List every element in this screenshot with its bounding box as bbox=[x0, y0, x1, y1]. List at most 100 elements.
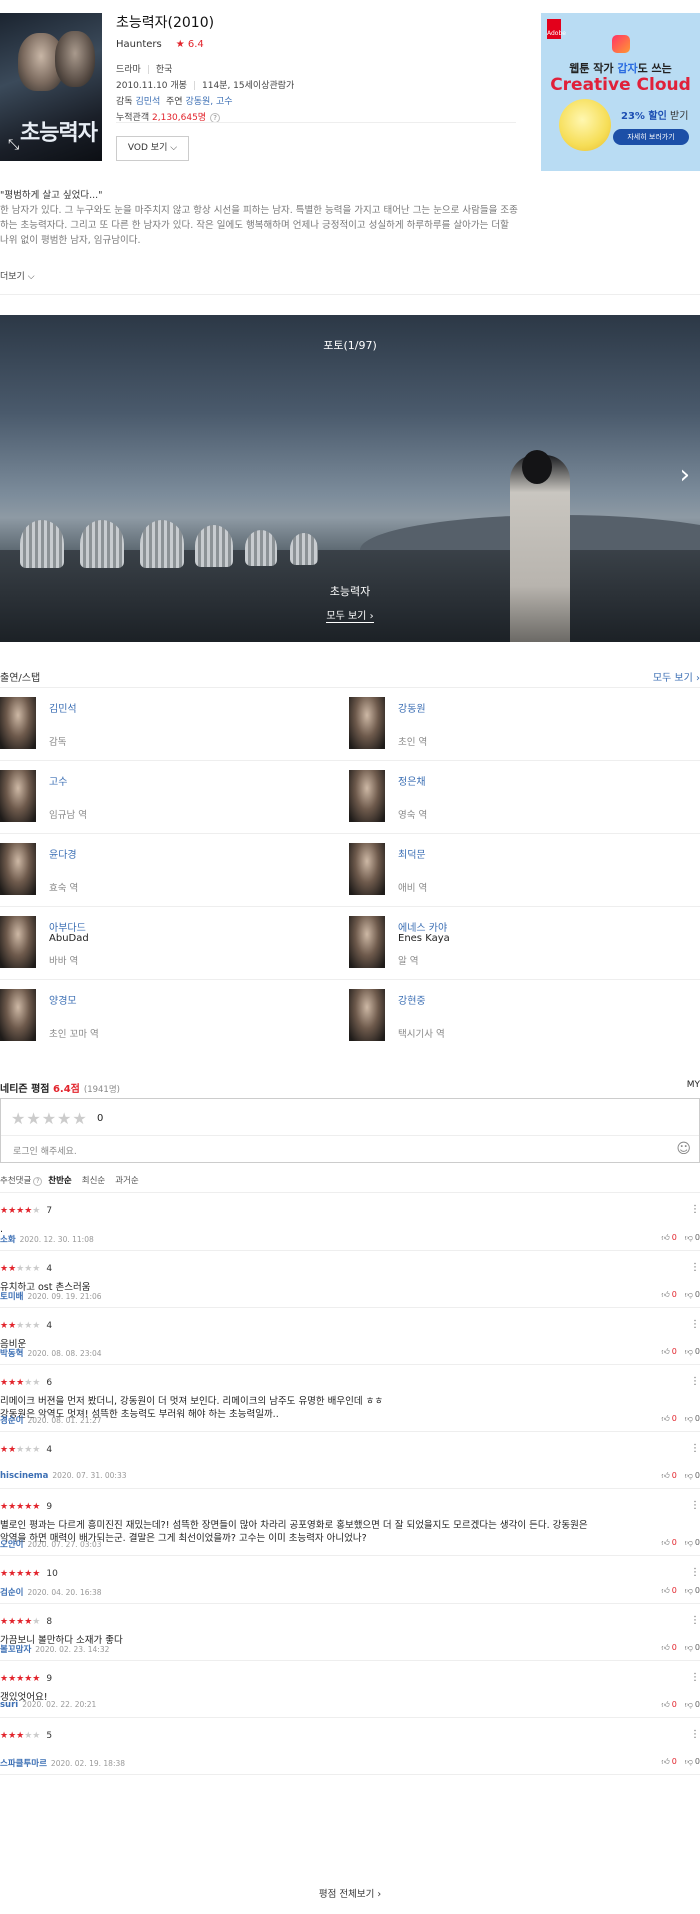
comment-user[interactable]: 소화 2020. 12. 30. 11:08 bbox=[0, 1233, 94, 1245]
more-dots-icon[interactable]: ⋮ bbox=[690, 1615, 700, 1626]
cast-item[interactable]: 강현중 택시기사 역 bbox=[349, 989, 689, 1044]
thumb-down-icon[interactable]: 👎︎ bbox=[685, 1700, 693, 1709]
sort-recommended[interactable]: 추천댓글 bbox=[0, 1176, 31, 1186]
thumb-up-icon[interactable]: 👍︎ bbox=[661, 1538, 669, 1547]
comment-user[interactable]: 토미배 2020. 09. 19. 21:06 bbox=[0, 1290, 102, 1302]
cast-name[interactable]: 에네스 카야 bbox=[398, 919, 447, 934]
cast-see-all[interactable]: 모두 보기 › bbox=[653, 669, 700, 684]
cast-item[interactable]: 최덕문 애비 역 bbox=[349, 843, 689, 898]
cast-name[interactable]: 최덕문 bbox=[398, 846, 426, 861]
more-dots-icon[interactable]: ⋮ bbox=[690, 1319, 700, 1330]
cast-row: 양경모 초인 꼬마 역 강현중 택시기사 역 bbox=[0, 980, 700, 1053]
thumb-down-icon[interactable]: 👎︎ bbox=[685, 1414, 693, 1423]
comment-user[interactable]: 검순이 2020. 04. 20. 16:38 bbox=[0, 1586, 102, 1598]
emoji-icon[interactable]: ☺ bbox=[676, 1141, 691, 1157]
director-link[interactable]: 김민석 bbox=[135, 97, 160, 107]
more-dots-icon[interactable]: ⋮ bbox=[690, 1672, 700, 1683]
thumb-up-icon[interactable]: 👍︎ bbox=[661, 1414, 669, 1423]
photo-carousel[interactable]: 포토(1/97) 초능력자 모두 보기 › › bbox=[0, 315, 700, 642]
cast-name[interactable]: 고수 bbox=[49, 773, 67, 788]
thumb-up-icon[interactable]: 👍︎ bbox=[661, 1643, 669, 1652]
sort-latest[interactable]: 최신순 bbox=[82, 1176, 105, 1186]
thumb-down-icon[interactable]: 👎︎ bbox=[685, 1643, 693, 1652]
cast-photo[interactable] bbox=[0, 916, 36, 968]
cast-photo[interactable] bbox=[0, 770, 36, 822]
cast-photo[interactable] bbox=[0, 989, 36, 1041]
cast-name[interactable]: 윤다경 bbox=[49, 846, 77, 861]
thumb-down-icon[interactable]: 👎︎ bbox=[685, 1586, 693, 1595]
thumb-down-icon[interactable]: 👎︎ bbox=[685, 1757, 693, 1766]
cast-item[interactable]: 윤다경 효숙 역 bbox=[0, 843, 340, 898]
cast-photo[interactable] bbox=[349, 770, 385, 822]
chevron-right-icon[interactable]: › bbox=[680, 460, 690, 490]
more-dots-icon[interactable]: ⋮ bbox=[690, 1500, 700, 1511]
star-rating-input[interactable]: ★★★★★ bbox=[11, 1109, 88, 1128]
ad-details-button[interactable]: 자세히 보러가기 bbox=[613, 129, 689, 145]
comment-date: 2020. 02. 23. 14:32 bbox=[35, 1645, 110, 1654]
cast-item[interactable]: 아부다드 AbuDad 바바 역 bbox=[0, 916, 340, 971]
comment-user[interactable]: 스파클투마르 2020. 02. 19. 18:38 bbox=[0, 1757, 125, 1769]
comment-votes: 👍︎ 0 👎︎ 0 bbox=[661, 1757, 700, 1767]
more-dots-icon[interactable]: ⋮ bbox=[690, 1376, 700, 1387]
cast-photo[interactable] bbox=[0, 843, 36, 895]
review-input[interactable]: 로그인 해주세요. bbox=[13, 1144, 77, 1157]
more-dots-icon[interactable]: ⋮ bbox=[690, 1204, 700, 1215]
vod-button[interactable]: VOD 보기 ⌵ bbox=[116, 136, 189, 161]
cast-item[interactable]: 김민석 감독 bbox=[0, 697, 340, 752]
more-dots-icon[interactable]: ⋮ bbox=[690, 1729, 700, 1740]
thumb-down-icon[interactable]: 👎︎ bbox=[685, 1471, 693, 1480]
comment-user[interactable]: suri 2020. 02. 22. 20:21 bbox=[0, 1700, 96, 1710]
cast-name[interactable]: 강동원 bbox=[398, 700, 426, 715]
cast-item[interactable]: 정은채 영숙 역 bbox=[349, 770, 689, 825]
more-dots-icon[interactable]: ⋮ bbox=[690, 1567, 700, 1578]
comment-user[interactable]: 오얀이 2020. 07. 27. 03:03 bbox=[0, 1538, 102, 1550]
comment-user[interactable]: 경순이 2020. 08. 01. 21:27 bbox=[0, 1414, 102, 1426]
cast-name[interactable]: 양경모 bbox=[49, 992, 77, 1007]
sort-agree[interactable]: 찬반순 bbox=[48, 1176, 71, 1186]
thumb-down-icon[interactable]: 👎︎ bbox=[685, 1290, 693, 1299]
comment-user[interactable]: 박동혁 2020. 08. 08. 23:04 bbox=[0, 1347, 102, 1359]
my-rating-link[interactable]: MY bbox=[687, 1080, 700, 1090]
comment-user[interactable]: 볼꼬맘자 2020. 02. 23. 14:32 bbox=[0, 1643, 109, 1655]
cast-item[interactable]: 고수 임규남 역 bbox=[0, 770, 340, 825]
thumb-up-icon[interactable]: 👍︎ bbox=[661, 1700, 669, 1709]
cast-name[interactable]: 정은채 bbox=[398, 773, 426, 788]
expand-icon[interactable]: ⤡ bbox=[8, 137, 19, 153]
cast-item[interactable]: 에네스 카야 Enes Kaya 알 역 bbox=[349, 916, 689, 971]
cast-item[interactable]: 양경모 초인 꼬마 역 bbox=[0, 989, 340, 1044]
cast-list: 김민석 감독 강동원 초인 역 고수 임규남 역 정은채 영숙 역 윤다경 효숙 역 최덕… bbox=[0, 687, 700, 1053]
cast-name[interactable]: 아부다드 bbox=[49, 919, 86, 934]
cast-name[interactable]: 김민석 bbox=[49, 700, 77, 715]
thumb-up-icon[interactable]: 👍︎ bbox=[661, 1757, 669, 1766]
thumb-up-icon[interactable]: 👍︎ bbox=[661, 1586, 669, 1595]
all-reviews-button[interactable]: 평점 전체보기 › bbox=[0, 1886, 700, 1900]
lead-actors-link[interactable]: 강동원, 고수 bbox=[185, 97, 232, 107]
thumb-up-icon[interactable]: 👍︎ bbox=[661, 1233, 669, 1242]
cast-photo[interactable] bbox=[349, 916, 385, 968]
comment-votes: 👍︎ 0 👎︎ 0 bbox=[661, 1233, 700, 1243]
thumb-down-icon[interactable]: 👎︎ bbox=[685, 1233, 693, 1242]
more-button[interactable]: 더보기 ⌵ bbox=[0, 269, 35, 282]
comment-date: 2020. 04. 20. 16:38 bbox=[27, 1588, 102, 1597]
more-dots-icon[interactable]: ⋮ bbox=[690, 1443, 700, 1454]
thumb-down-icon[interactable]: 👎︎ bbox=[685, 1538, 693, 1547]
photo-see-all[interactable]: 모두 보기 › bbox=[0, 607, 700, 623]
thumb-up-icon[interactable]: 👍︎ bbox=[661, 1471, 669, 1480]
downvote-count: 0 bbox=[694, 1233, 700, 1242]
comment-user[interactable]: hiscinema 2020. 07. 31. 00:33 bbox=[0, 1471, 126, 1481]
ad-banner[interactable]: Adobe 웹툰 작가 갑자도 쓰는 Creative Cloud 23% 할인… bbox=[541, 13, 700, 171]
sort-oldest[interactable]: 과거순 bbox=[115, 1176, 138, 1186]
cast-name[interactable]: 강현중 bbox=[398, 992, 426, 1007]
help-icon[interactable]: ? bbox=[33, 1177, 43, 1186]
cast-photo[interactable] bbox=[349, 989, 385, 1041]
thumb-down-icon[interactable]: 👎︎ bbox=[685, 1347, 693, 1356]
cast-photo[interactable] bbox=[0, 697, 36, 749]
comment-date: 2020. 02. 22. 20:21 bbox=[22, 1700, 97, 1709]
thumb-up-icon[interactable]: 👍︎ bbox=[661, 1290, 669, 1299]
cast-photo[interactable] bbox=[349, 697, 385, 749]
thumb-up-icon[interactable]: 👍︎ bbox=[661, 1347, 669, 1356]
more-dots-icon[interactable]: ⋮ bbox=[690, 1262, 700, 1273]
movie-poster[interactable]: 초능력자 ⤡ bbox=[0, 13, 102, 161]
cast-photo[interactable] bbox=[349, 843, 385, 895]
cast-item[interactable]: 강동원 초인 역 bbox=[349, 697, 689, 752]
